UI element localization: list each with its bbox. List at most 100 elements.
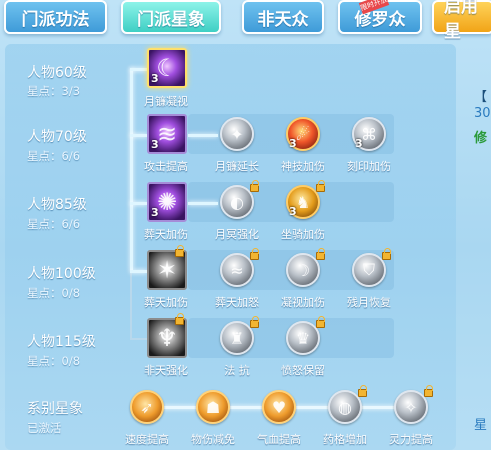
lock-icon — [250, 180, 259, 192]
series-speed-up[interactable]: ➶ — [130, 390, 164, 424]
skill-attack-up[interactable]: ≋ 3 — [147, 114, 187, 154]
skill-label: 葬天加伤 — [144, 296, 188, 309]
level-60-label: 人物60级 — [27, 65, 87, 81]
skill-label: 月镰凝视 — [144, 95, 188, 108]
skill-count: 3 — [151, 206, 159, 219]
tab-enable-star[interactable]: 启用星 — [432, 0, 491, 42]
series-label: 药格增加 — [323, 433, 367, 446]
claw-slash-icon: ≋ — [156, 120, 178, 148]
side-bottom-link[interactable]: 星 — [474, 414, 487, 433]
shield-icon: ⛉ — [362, 260, 375, 279]
series-potion-slot[interactable]: ◍ — [328, 390, 362, 424]
series-spirit-up[interactable]: ✧ — [394, 390, 428, 424]
tab-feitian[interactable]: 非天众 — [242, 0, 324, 34]
node-label: 法 抗 — [224, 364, 250, 377]
node-count: 3 — [355, 137, 363, 150]
node-rage-retain[interactable]: ♛ — [286, 321, 320, 355]
series-hp-up[interactable]: ♥ — [262, 390, 296, 424]
tab-sect-constellation[interactable]: 门派星象 — [121, 0, 221, 34]
node-gaze-dmg[interactable]: ☽ — [286, 253, 320, 287]
lock-icon — [316, 248, 325, 260]
node-label: 月冥强化 — [215, 228, 259, 241]
branch-line — [130, 202, 147, 205]
skill-count: 3 — [151, 138, 159, 151]
level-115-stars: 星点：0/8 — [27, 354, 81, 368]
rune-icon: ⌘ — [361, 124, 377, 144]
sparkle-icon: ✧ — [404, 397, 418, 417]
level-70-stars: 星点：6/6 — [27, 149, 81, 163]
crescent-icon: ☽ — [295, 260, 311, 280]
blade-icon: ✦ — [230, 124, 244, 144]
node-waning-moon-recover[interactable]: ⛉ — [352, 253, 386, 287]
node-moon-dark-enhance[interactable]: ◐ — [220, 185, 254, 219]
series-label: 物伤减免 — [191, 433, 235, 446]
skill-label: 葬天加伤 — [144, 228, 188, 241]
node-burial-rage[interactable]: ≈ — [220, 253, 254, 287]
heart-icon: ♥ — [271, 397, 287, 417]
winged-figure-icon: ♆ — [156, 324, 178, 352]
branch-line — [130, 134, 147, 137]
tree-trunk-line — [130, 68, 133, 270]
row-connector — [188, 134, 218, 137]
tab-sect-skills[interactable]: 门派功法 — [4, 0, 107, 34]
branch-line — [130, 338, 147, 340]
node-mount-dmg[interactable]: ♞ 3 — [286, 185, 320, 219]
level-70-label: 人物70级 — [27, 129, 87, 145]
node-label: 愤怒保留 — [281, 364, 325, 377]
constellation-panel — [5, 44, 456, 450]
series-label: 速度提高 — [125, 433, 169, 446]
lock-icon — [382, 248, 391, 260]
lock-icon — [250, 316, 259, 328]
row-connector — [188, 202, 218, 205]
lock-icon — [175, 245, 184, 257]
beast-icon: ♞ — [295, 192, 311, 212]
node-label: 月镰延长 — [215, 160, 259, 173]
lock-icon — [316, 180, 325, 192]
branch-line — [130, 68, 147, 71]
side-bracket: 【 — [474, 90, 488, 105]
lock-icon — [250, 248, 259, 260]
lock-icon — [358, 385, 367, 397]
gust-icon: ≈ — [230, 260, 244, 280]
side-number: 30 — [474, 106, 491, 121]
series-title: 系别星象 — [27, 401, 83, 417]
node-label: 坐骑加伤 — [281, 228, 325, 241]
skill-label: 非天强化 — [144, 364, 188, 377]
node-label: 刻印加伤 — [347, 160, 391, 173]
dark-burst-icon: ✺ — [156, 188, 178, 216]
warrior-icon: ♜ — [229, 328, 245, 348]
skill-burial-dmg[interactable]: ✺ 3 — [147, 182, 187, 222]
demon-icon: ☄ — [295, 124, 311, 144]
potion-icon: ◍ — [338, 397, 352, 417]
level-60-stars: 星点：3/3 — [27, 84, 81, 98]
level-85-label: 人物85级 — [27, 197, 87, 213]
crescent-slash-icon: ☾ — [156, 54, 178, 82]
orb-icon: ◐ — [230, 192, 244, 212]
demon-figure-icon: ♛ — [295, 328, 311, 348]
node-label: 残月恢复 — [347, 296, 391, 309]
lock-icon — [175, 313, 184, 325]
boot-icon: ➶ — [140, 397, 154, 417]
node-count: 3 — [289, 205, 297, 218]
level-100-label: 人物100级 — [27, 266, 96, 282]
figure-icon: ☗ — [205, 397, 221, 417]
series-label: 气血提高 — [257, 433, 301, 446]
node-brand-dmg[interactable]: ⌘ 3 — [352, 117, 386, 151]
tree-trunk-line-inactive — [130, 270, 132, 340]
skill-count: 3 — [151, 72, 159, 85]
series-label: 灵力提高 — [389, 433, 433, 446]
series-status: 已激活 — [27, 421, 62, 435]
side-green-text: 修 — [474, 131, 488, 146]
level-100-stars: 星点：0/8 — [27, 286, 81, 300]
tab-bar: 门派功法 门派星象 非天众 修罗众 限时开放 启用星 — [0, 0, 491, 42]
skill-yuelian-ningshi[interactable]: ☾ 3 — [147, 48, 187, 88]
level-85-stars: 星点：6/6 — [27, 217, 81, 231]
node-label: 神技加伤 — [281, 160, 325, 173]
node-count: 3 — [289, 137, 297, 150]
node-magic-resist[interactable]: ♜ — [220, 321, 254, 355]
node-divine-skill-dmg[interactable]: ☄ 3 — [286, 117, 320, 151]
node-moon-scythe-extend[interactable]: ✦ — [220, 117, 254, 151]
skill-label: 攻击提高 — [144, 160, 188, 173]
series-phys-reduction[interactable]: ☗ — [196, 390, 230, 424]
node-label: 凝视加伤 — [281, 296, 325, 309]
